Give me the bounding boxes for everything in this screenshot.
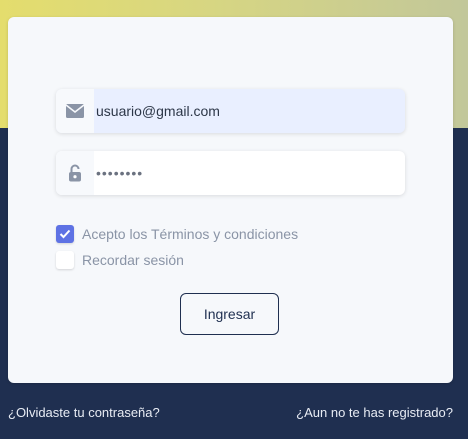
- email-field[interactable]: usuario@gmail.com: [56, 89, 405, 133]
- terms-checkbox-row[interactable]: Acepto los Términos y condiciones: [56, 225, 298, 243]
- remember-checkbox-row[interactable]: Recordar sesión: [56, 251, 184, 269]
- register-link[interactable]: ¿Aun no te has registrado?: [296, 405, 453, 420]
- email-value[interactable]: usuario@gmail.com: [94, 103, 405, 119]
- terms-label[interactable]: Acepto los Términos y condiciones: [82, 226, 298, 242]
- terms-checkbox[interactable]: [56, 225, 74, 243]
- login-card: usuario@gmail.com •••••••• Acepto los Té…: [8, 17, 453, 383]
- submit-button[interactable]: Ingresar: [180, 293, 279, 335]
- envelope-icon: [56, 89, 94, 133]
- password-field[interactable]: ••••••••: [56, 151, 405, 195]
- unlock-icon: [56, 151, 94, 195]
- remember-label[interactable]: Recordar sesión: [82, 252, 184, 268]
- forgot-password-link[interactable]: ¿Olvidaste tu contraseña?: [8, 405, 160, 420]
- remember-checkbox[interactable]: [56, 251, 74, 269]
- password-value[interactable]: ••••••••: [94, 165, 405, 181]
- checkmark-icon: [59, 229, 71, 239]
